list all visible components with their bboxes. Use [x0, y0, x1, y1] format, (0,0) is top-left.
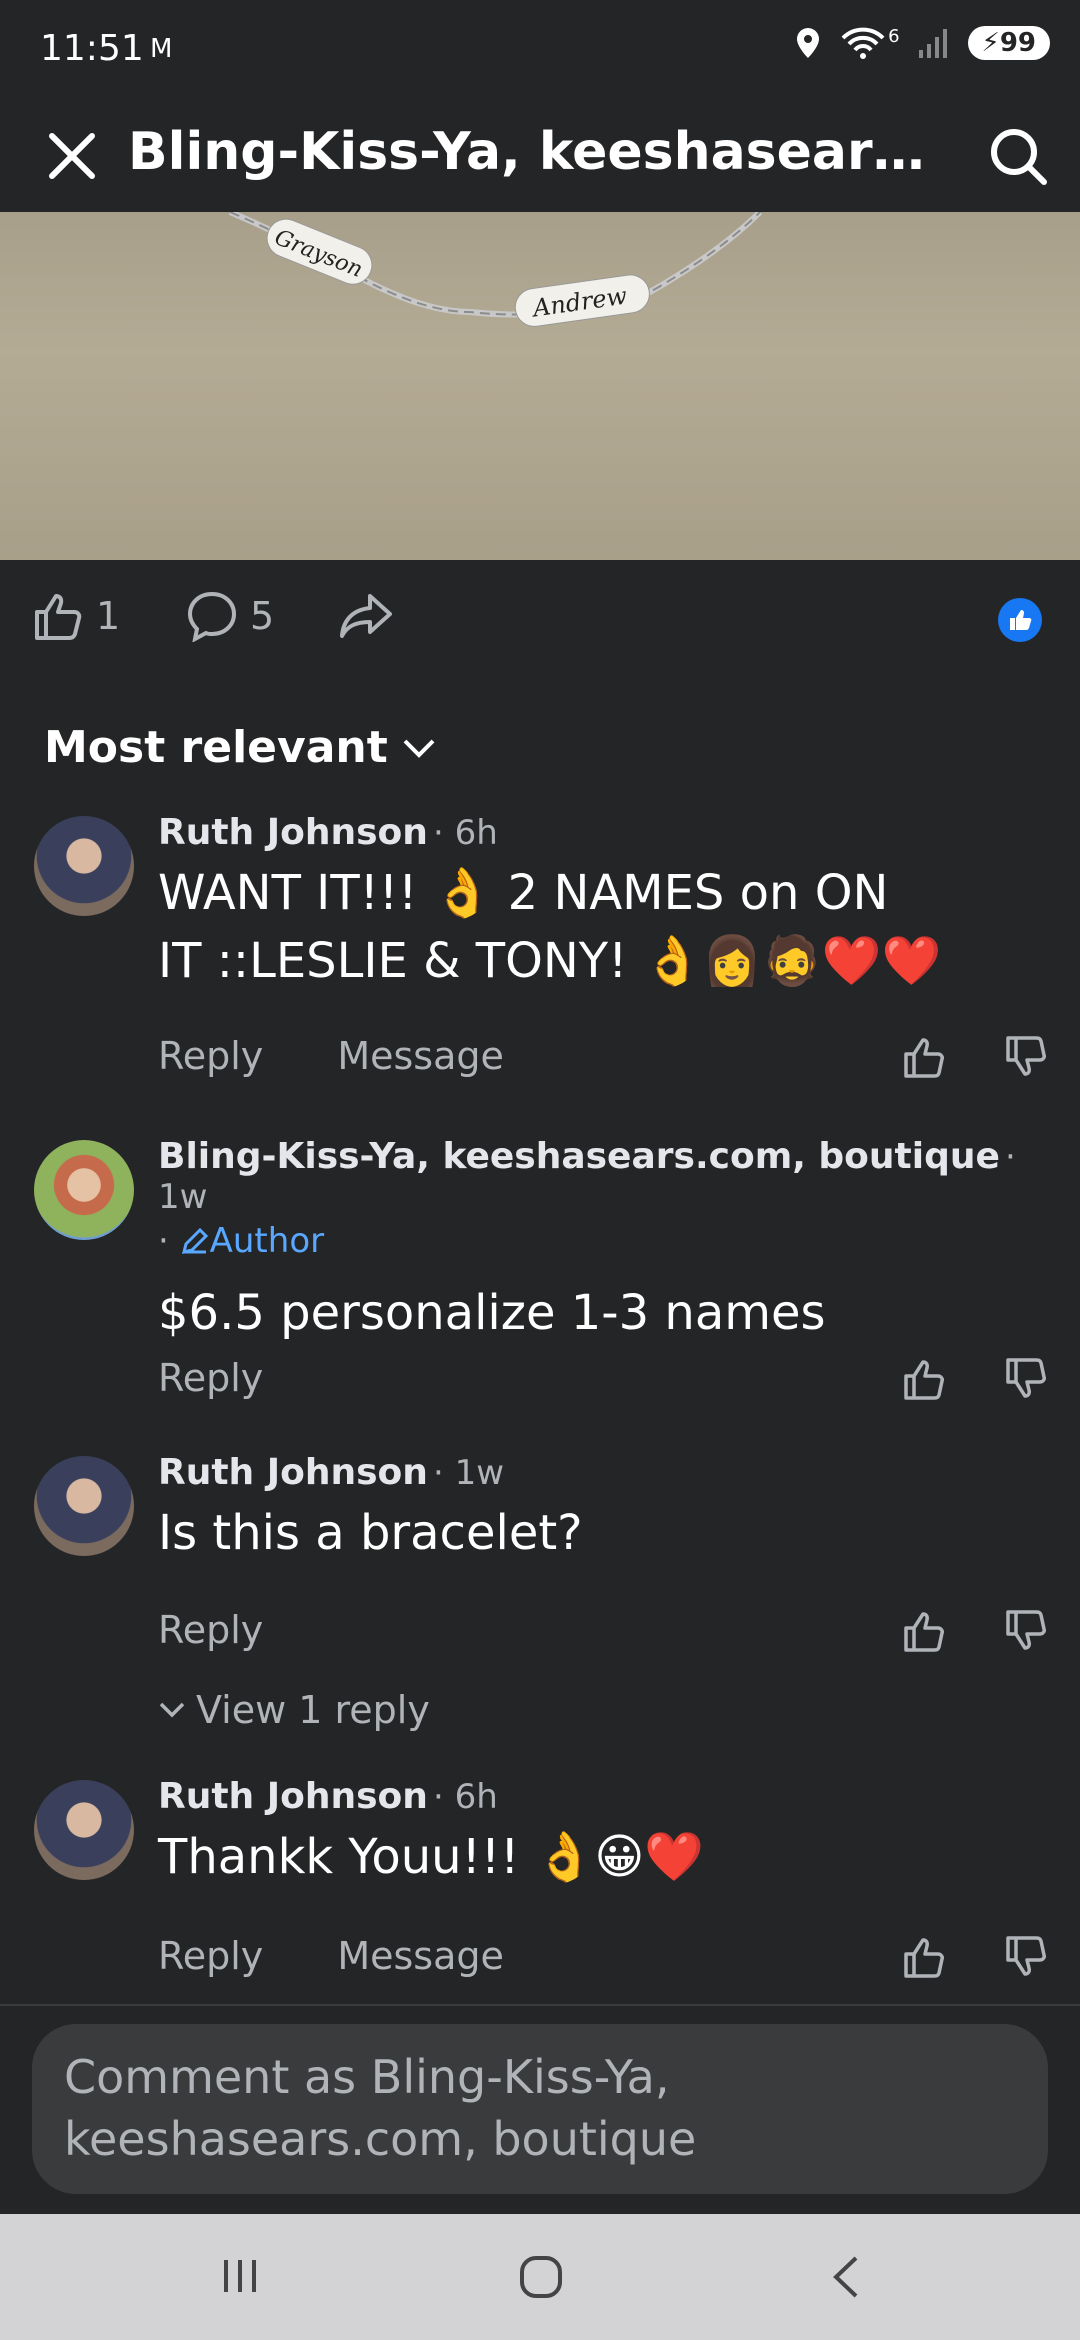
thumbs-up-icon[interactable]	[902, 1356, 948, 1402]
comment-vote	[902, 1034, 1050, 1080]
carrier-icon: M	[150, 34, 173, 64]
back-icon[interactable]	[826, 2254, 866, 2300]
comment-text: Thankk Youu!!! 👌😀❤️	[158, 1829, 705, 1885]
comment-body: Ruth Johnson · 6h Thankk Youu!!! 👌😀❤️	[158, 1776, 1050, 1891]
comment-time: 1w	[454, 1453, 505, 1493]
chevron-down-icon	[403, 739, 435, 758]
thumbs-up-icon[interactable]	[902, 1034, 948, 1080]
top-bar: Bling-Kiss-Ya, keeshasears.com,...	[0, 100, 1080, 212]
comment-body: Bling-Kiss-Ya, keeshasears.com, boutique…	[158, 1136, 1050, 1347]
wifi-icon	[841, 27, 885, 59]
location-icon	[797, 28, 820, 58]
thumbs-down-icon[interactable]	[1004, 1934, 1050, 1980]
chevron-down-icon	[159, 1702, 185, 1718]
reply-button[interactable]: Reply	[158, 1034, 263, 1078]
divider	[0, 2004, 1080, 2006]
battery-indicator: ⚡99	[967, 26, 1050, 60]
view-replies-label: View 1 reply	[196, 1688, 430, 1732]
comment-author[interactable]: Ruth Johnson	[158, 1452, 428, 1493]
comment-time: 1w	[158, 1177, 208, 1217]
view-replies-button[interactable]: View 1 reply	[158, 1688, 430, 1732]
network-label: 6	[888, 25, 900, 47]
comment-author[interactable]: Bling-Kiss-Ya, keeshasears.com, boutique	[158, 1136, 1000, 1177]
share-icon	[340, 594, 392, 638]
status-time: 11:51	[40, 28, 144, 69]
comment-vote	[902, 1934, 1050, 1980]
share-action[interactable]	[338, 590, 394, 642]
comment-sort-dropdown[interactable]: Most relevant	[44, 722, 436, 773]
author-label: Author	[209, 1221, 325, 1261]
thumbs-up-icon	[1010, 610, 1032, 630]
comment-input-placeholder: Comment as Bling-Kiss-Ya, keeshasears.co…	[64, 2046, 1016, 2170]
bracelet-image: Grayson Andrew	[228, 212, 763, 327]
comment-vote	[902, 1608, 1050, 1654]
placeholder-line: Comment as Bling-Kiss-Ya,	[64, 2050, 670, 2104]
thumbs-up-icon[interactable]	[902, 1608, 948, 1654]
avatar[interactable]	[34, 1140, 134, 1240]
comment-body: Ruth Johnson · 1w Is this a bracelet?	[158, 1452, 1050, 1567]
comment-vote	[902, 1356, 1050, 1402]
system-nav-bar	[0, 2214, 1080, 2340]
comment-author[interactable]: Ruth Johnson	[158, 812, 428, 853]
comment-body: Ruth Johnson · 6h WANT IT!!! 👌 2 NAMES o…	[158, 812, 1050, 995]
comment-icon	[187, 591, 237, 642]
home-icon[interactable]	[518, 2254, 564, 2300]
reply-button[interactable]: Reply	[158, 1934, 263, 1978]
avatar[interactable]	[34, 1456, 134, 1556]
like-action[interactable]: 1	[32, 590, 120, 642]
post-actions: 1 5	[0, 560, 1080, 680]
recent-apps-icon[interactable]	[218, 2254, 262, 2298]
comment-author[interactable]: Ruth Johnson	[158, 1776, 428, 1817]
message-button[interactable]: Message	[337, 1034, 504, 1078]
comment-text: Is this a bracelet?	[158, 1505, 583, 1561]
reply-button[interactable]: Reply	[158, 1608, 263, 1652]
thumbs-up-icon[interactable]	[902, 1934, 948, 1980]
comment-text-line: IT ::LESLIE & TONY! 👌👩🧔❤️❤️	[158, 933, 942, 989]
message-button[interactable]: Message	[337, 1934, 504, 1978]
pencil-icon	[181, 1227, 208, 1255]
thumbs-up-icon	[35, 594, 82, 640]
comment-text-line: WANT IT!!! 👌 2 NAMES on ON	[158, 865, 889, 921]
author-badge: · Author	[158, 1221, 325, 1261]
thumbs-down-icon[interactable]	[1004, 1356, 1050, 1402]
placeholder-line: keeshasears.com, boutique	[64, 2112, 697, 2166]
post-photo[interactable]: Grayson Andrew	[0, 212, 1080, 560]
thumbs-down-icon[interactable]	[1004, 1608, 1050, 1654]
sort-label: Most relevant	[44, 722, 388, 773]
signal-icon	[918, 29, 947, 58]
comment-actions: Reply	[158, 1608, 325, 1652]
status-icons: 6 ⚡99	[794, 26, 1050, 60]
reply-button[interactable]: Reply	[158, 1356, 263, 1400]
like-count: 1	[96, 594, 121, 638]
thumbs-down-icon[interactable]	[1004, 1034, 1050, 1080]
battery-level: 99	[999, 28, 1036, 58]
page-title: Bling-Kiss-Ya, keeshasears.com,...	[128, 122, 948, 182]
avatar[interactable]	[34, 1780, 134, 1880]
status-bar: 11:51 M 6 ⚡99	[0, 0, 1080, 100]
search-icon[interactable]	[986, 124, 1050, 188]
comment-time: 6h	[454, 813, 498, 853]
comment-action[interactable]: 5	[186, 590, 274, 642]
reaction-like-badge[interactable]	[998, 598, 1042, 642]
comment-count: 5	[250, 594, 275, 638]
comment-actions: Reply Message	[158, 1034, 566, 1078]
comment-time: 6h	[454, 1777, 498, 1817]
comment-text: WANT IT!!! 👌 2 NAMES on ON IT ::LESLIE &…	[158, 859, 1050, 995]
comment-actions: Reply	[158, 1356, 325, 1400]
close-icon[interactable]	[44, 128, 100, 184]
comment-input[interactable]: Comment as Bling-Kiss-Ya, keeshasears.co…	[32, 2024, 1048, 2194]
avatar[interactable]	[34, 816, 134, 916]
comment-text: $6.5 personalize 1-3 names	[158, 1285, 826, 1341]
comment-actions: Reply Message	[158, 1934, 566, 1978]
